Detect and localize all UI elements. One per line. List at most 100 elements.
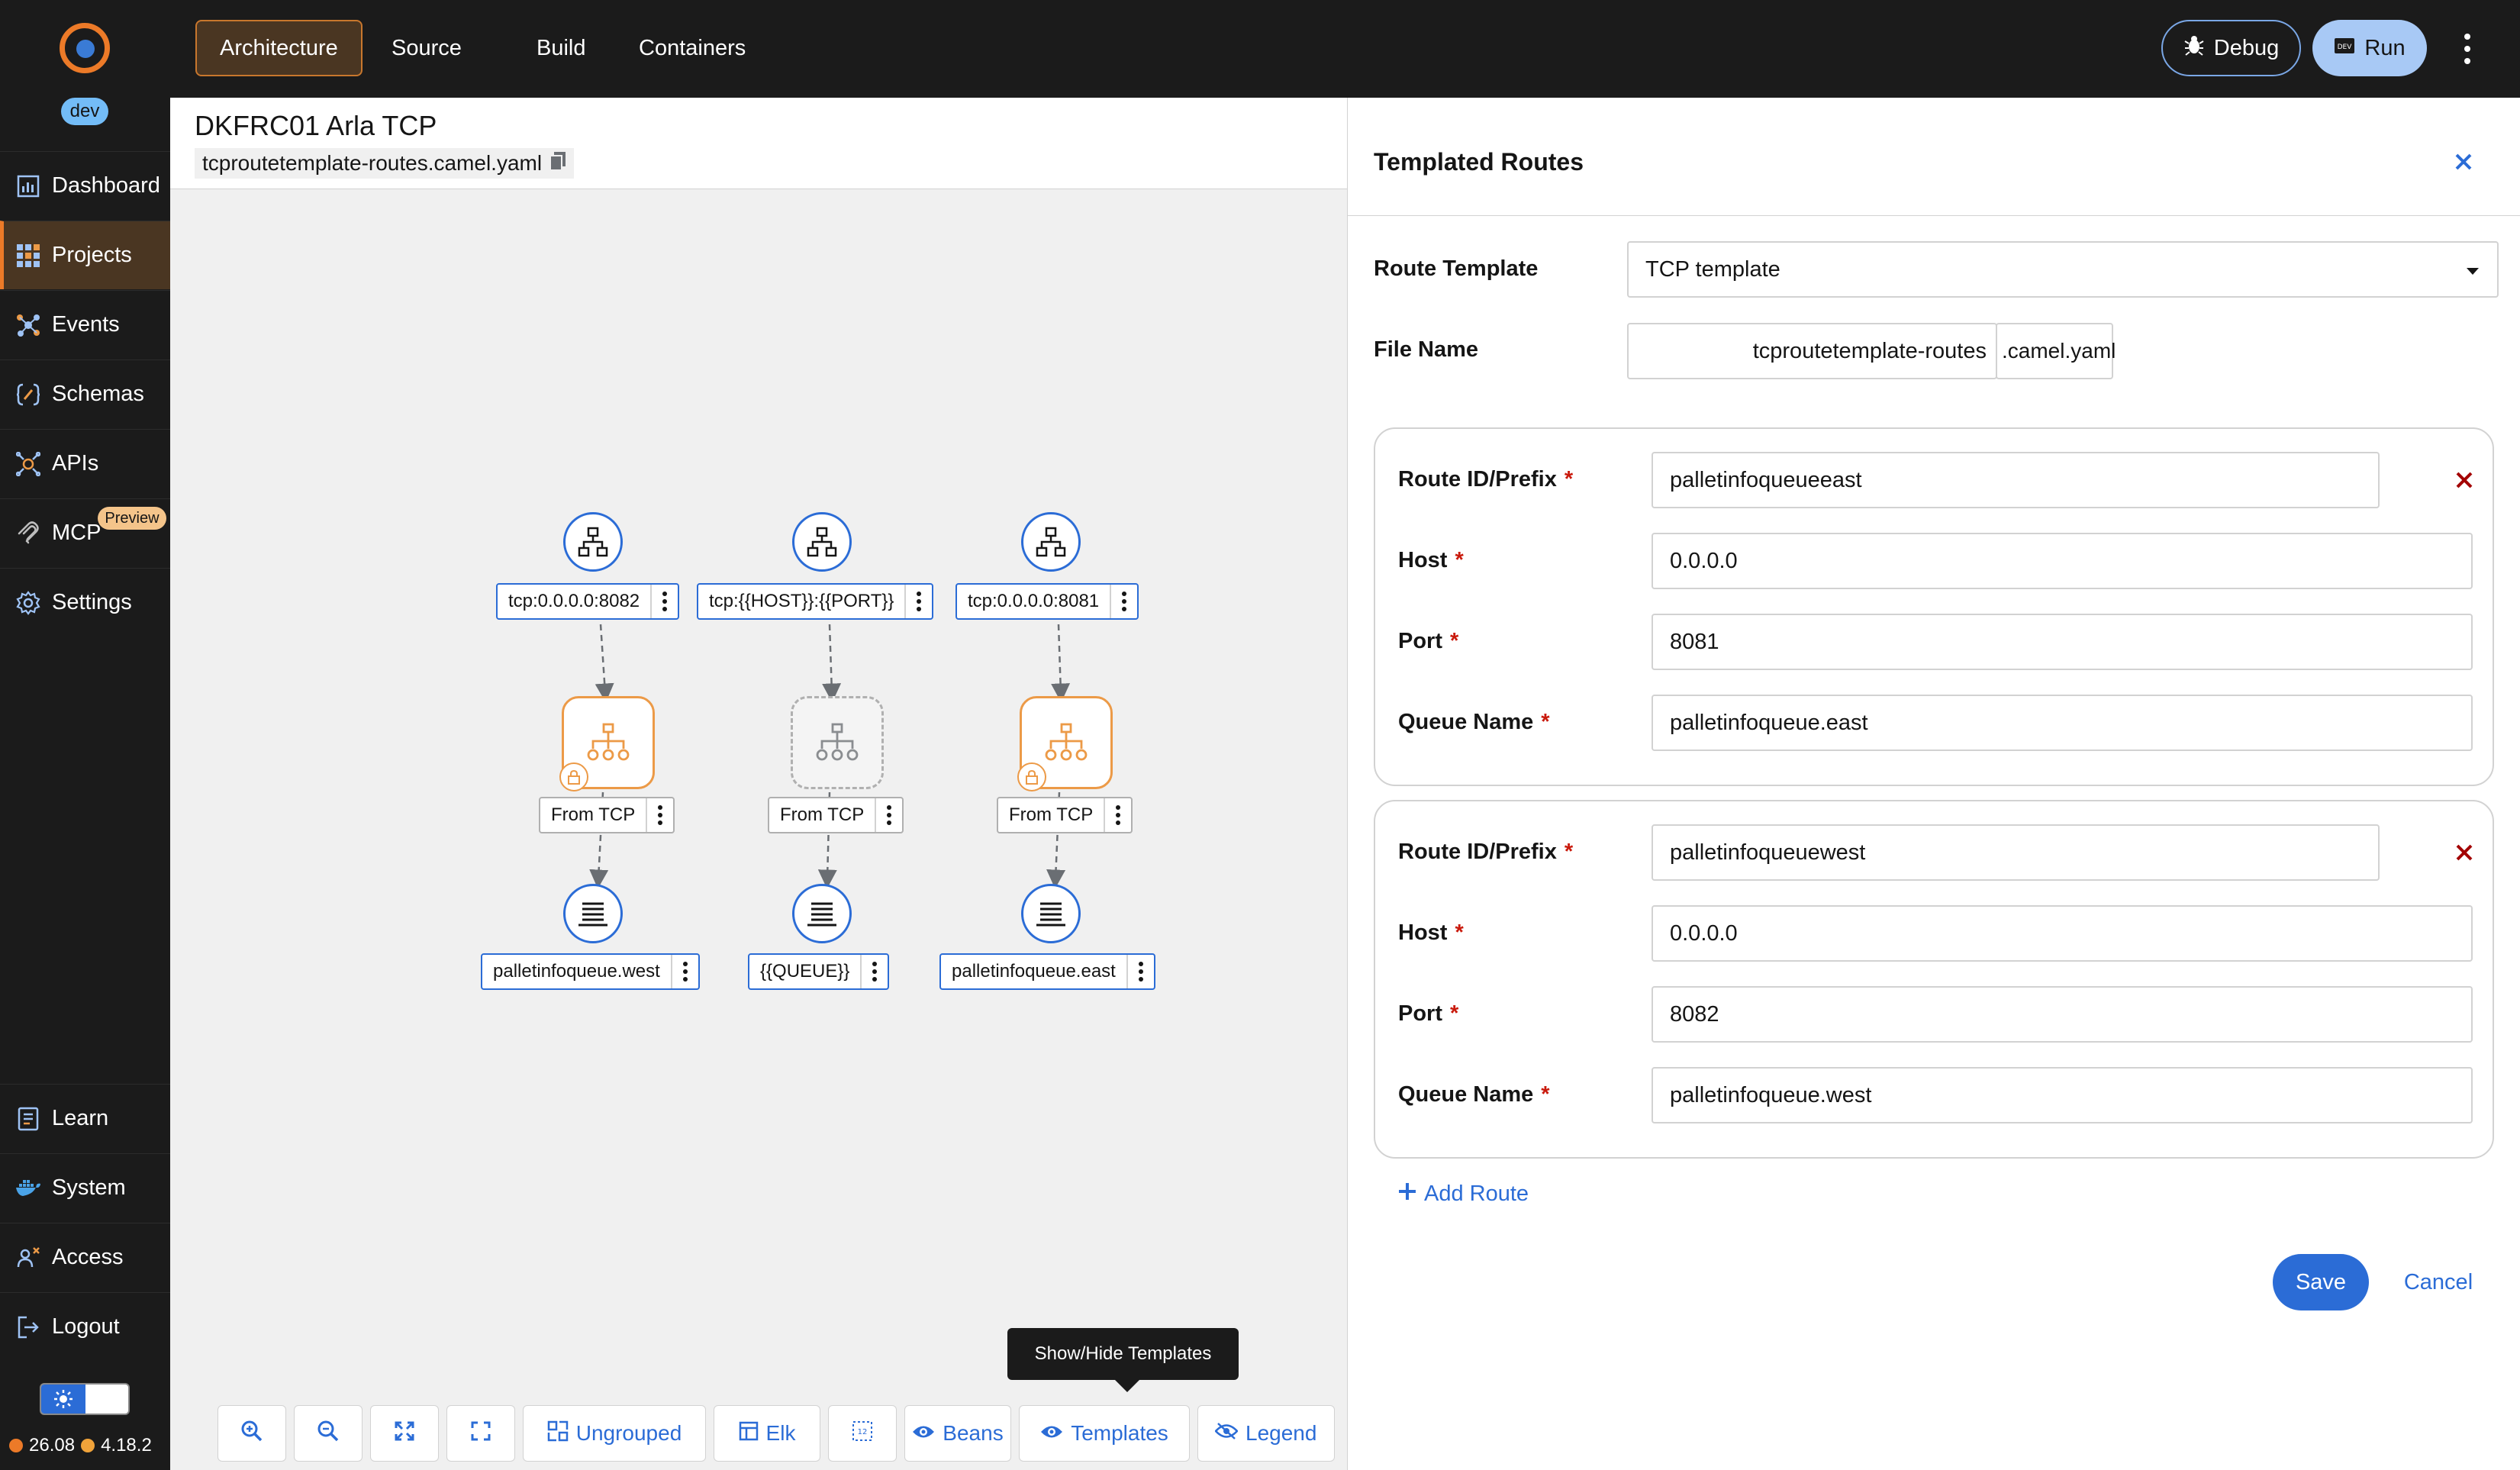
debug-button[interactable]: Debug xyxy=(2161,20,2301,76)
camel-version-icon xyxy=(9,1439,23,1452)
diagram-node-label[interactable]: tcp:{{HOST}}:{{PORT}} xyxy=(697,583,934,620)
tab-architecture[interactable]: Architecture xyxy=(195,20,363,76)
route-id-input[interactable]: palletinfoqueueeast xyxy=(1652,452,2380,508)
sidebar-item-label: Access xyxy=(52,1245,124,1269)
sidebar-item-learn[interactable]: Learn xyxy=(0,1084,170,1152)
save-button[interactable]: Save xyxy=(2273,1254,2369,1310)
templates-tooltip: Show/Hide Templates xyxy=(1007,1328,1239,1380)
layout-icon xyxy=(739,1421,759,1446)
sidebar-item-dashboard[interactable]: Dashboard xyxy=(0,151,170,220)
sidebar-item-access[interactable]: Access xyxy=(0,1223,170,1291)
route-card: Route ID/Prefix * palletinfoqueuewest Hos… xyxy=(1374,800,2494,1159)
expand-arrows-icon xyxy=(395,1421,414,1446)
route-id-input[interactable]: palletinfoqueuewest xyxy=(1652,824,2380,881)
close-icon[interactable] xyxy=(2450,148,2477,176)
ungrouped-button[interactable]: Ungrouped xyxy=(523,1405,706,1462)
host-input[interactable]: 0.0.0.0 xyxy=(1652,533,2473,589)
sidebar-item-label: Schemas xyxy=(52,382,144,406)
queue-name-input[interactable]: palletinfoqueue.west xyxy=(1652,1067,2473,1123)
legend-toggle-button[interactable]: Legend xyxy=(1197,1405,1335,1462)
node-menu-icon[interactable] xyxy=(1126,955,1154,988)
elk-layout-button[interactable]: Elk xyxy=(714,1405,820,1462)
diagram-node-label[interactable]: From TCP xyxy=(997,797,1133,833)
dev-run-icon: DEV xyxy=(2334,36,2355,61)
queue-name-input[interactable]: palletinfoqueue.east xyxy=(1652,695,2473,751)
remove-route-icon[interactable] xyxy=(2451,467,2477,493)
logo-icon xyxy=(60,23,110,73)
cancel-button[interactable]: Cancel xyxy=(2389,1254,2488,1310)
sidebar-item-label: Events xyxy=(52,312,120,337)
tcp-endpoint-icon[interactable] xyxy=(1021,512,1081,572)
port-input[interactable]: 8082 xyxy=(1652,986,2473,1043)
copy-icon[interactable] xyxy=(549,151,566,176)
add-route-button[interactable]: Add Route xyxy=(1398,1181,1529,1207)
sidebar-item-system[interactable]: System xyxy=(0,1153,170,1222)
node-menu-icon[interactable] xyxy=(646,798,673,832)
diagram-node-label[interactable]: From TCP xyxy=(539,797,675,833)
ungrouped-label: Ungrouped xyxy=(575,1421,682,1445)
node-menu-icon[interactable] xyxy=(650,585,678,618)
node-menu-icon[interactable] xyxy=(1110,585,1137,618)
diagram-node-label[interactable]: tcp:0.0.0.0:8082 xyxy=(496,583,680,620)
sidebar-item-schemas[interactable]: Schemas xyxy=(0,359,170,428)
queue-endpoint-icon[interactable] xyxy=(792,884,852,943)
queue-endpoint-icon[interactable] xyxy=(1021,884,1081,943)
sidebar-item-settings[interactable]: Settings xyxy=(0,568,170,637)
route-template-label: Route Template xyxy=(1374,256,1539,281)
host-input[interactable]: 0.0.0.0 xyxy=(1652,905,2473,962)
route-card: Route ID/Prefix * palletinfoqueueeast Hos… xyxy=(1374,427,2494,786)
sidebar-item-apis[interactable]: APIs xyxy=(0,429,170,498)
node-menu-icon[interactable] xyxy=(1104,798,1131,832)
diagram-node-label[interactable]: {{QUEUE}} xyxy=(748,953,890,990)
beans-toggle-button[interactable]: Beans xyxy=(904,1405,1011,1462)
port-input[interactable]: 8081 xyxy=(1652,614,2473,670)
architecture-canvas[interactable]: tcp:0.0.0.0:8082 From TCP palletinfoqueu… xyxy=(170,189,1347,1470)
tab-build[interactable]: Build xyxy=(514,20,609,76)
zoom-in-icon xyxy=(241,1420,263,1447)
diagram-node-label[interactable]: From TCP xyxy=(768,797,904,833)
schemas-icon xyxy=(15,382,41,408)
events-icon xyxy=(15,312,41,338)
node-menu-icon[interactable] xyxy=(670,955,698,988)
templates-label: Templates xyxy=(1071,1421,1168,1445)
file-name-input[interactable]: tcproutetemplate-routes xyxy=(1627,323,1997,379)
sidebar-item-events[interactable]: Events xyxy=(0,290,170,359)
template-route-node[interactable] xyxy=(791,696,884,789)
gear-icon xyxy=(15,590,41,616)
zoom-out-button[interactable] xyxy=(294,1405,363,1462)
plus-icon xyxy=(1398,1181,1416,1207)
remove-route-icon[interactable] xyxy=(2451,840,2477,866)
queue-endpoint-icon[interactable] xyxy=(563,884,623,943)
diagram-node-label[interactable]: palletinfoqueue.west xyxy=(481,953,700,990)
route-node[interactable] xyxy=(1017,696,1113,791)
tab-containers[interactable]: Containers xyxy=(616,20,769,76)
fit-view-button[interactable] xyxy=(370,1405,439,1462)
ungroup-icon xyxy=(547,1420,569,1447)
templates-toggle-button[interactable]: Templates xyxy=(1019,1405,1190,1462)
logo[interactable]: dev xyxy=(0,0,170,130)
more-options-icon[interactable] xyxy=(2456,31,2479,67)
zoom-in-button[interactable] xyxy=(218,1405,286,1462)
eye-icon xyxy=(1040,1421,1063,1446)
fullscreen-icon xyxy=(471,1421,491,1446)
sidebar-item-projects[interactable]: Projects xyxy=(0,221,170,289)
fullscreen-button[interactable] xyxy=(446,1405,515,1462)
node-menu-icon[interactable] xyxy=(860,955,888,988)
theme-toggle[interactable] xyxy=(40,1383,130,1415)
bug-icon xyxy=(2183,34,2205,62)
diagram-node-label[interactable]: tcp:0.0.0.0:8081 xyxy=(955,583,1139,620)
tcp-endpoint-icon[interactable] xyxy=(563,512,623,572)
tab-source[interactable]: Source xyxy=(369,20,485,76)
numbering-button[interactable]: 12 xyxy=(828,1405,897,1462)
route-template-select[interactable]: TCP template xyxy=(1627,241,2499,298)
diagram-node-label[interactable]: palletinfoqueue.east xyxy=(939,953,1155,990)
run-button[interactable]: DEV Run xyxy=(2312,20,2427,76)
sidebar-item-logout[interactable]: Logout xyxy=(0,1292,170,1361)
sidebar-item-label: MCP xyxy=(52,521,102,545)
tcp-endpoint-icon[interactable] xyxy=(792,512,852,572)
node-menu-icon[interactable] xyxy=(904,585,932,618)
eye-icon xyxy=(912,1421,935,1446)
file-name-suffix: .camel.yaml xyxy=(1996,323,2116,379)
node-menu-icon[interactable] xyxy=(875,798,902,832)
route-node[interactable] xyxy=(559,696,655,791)
